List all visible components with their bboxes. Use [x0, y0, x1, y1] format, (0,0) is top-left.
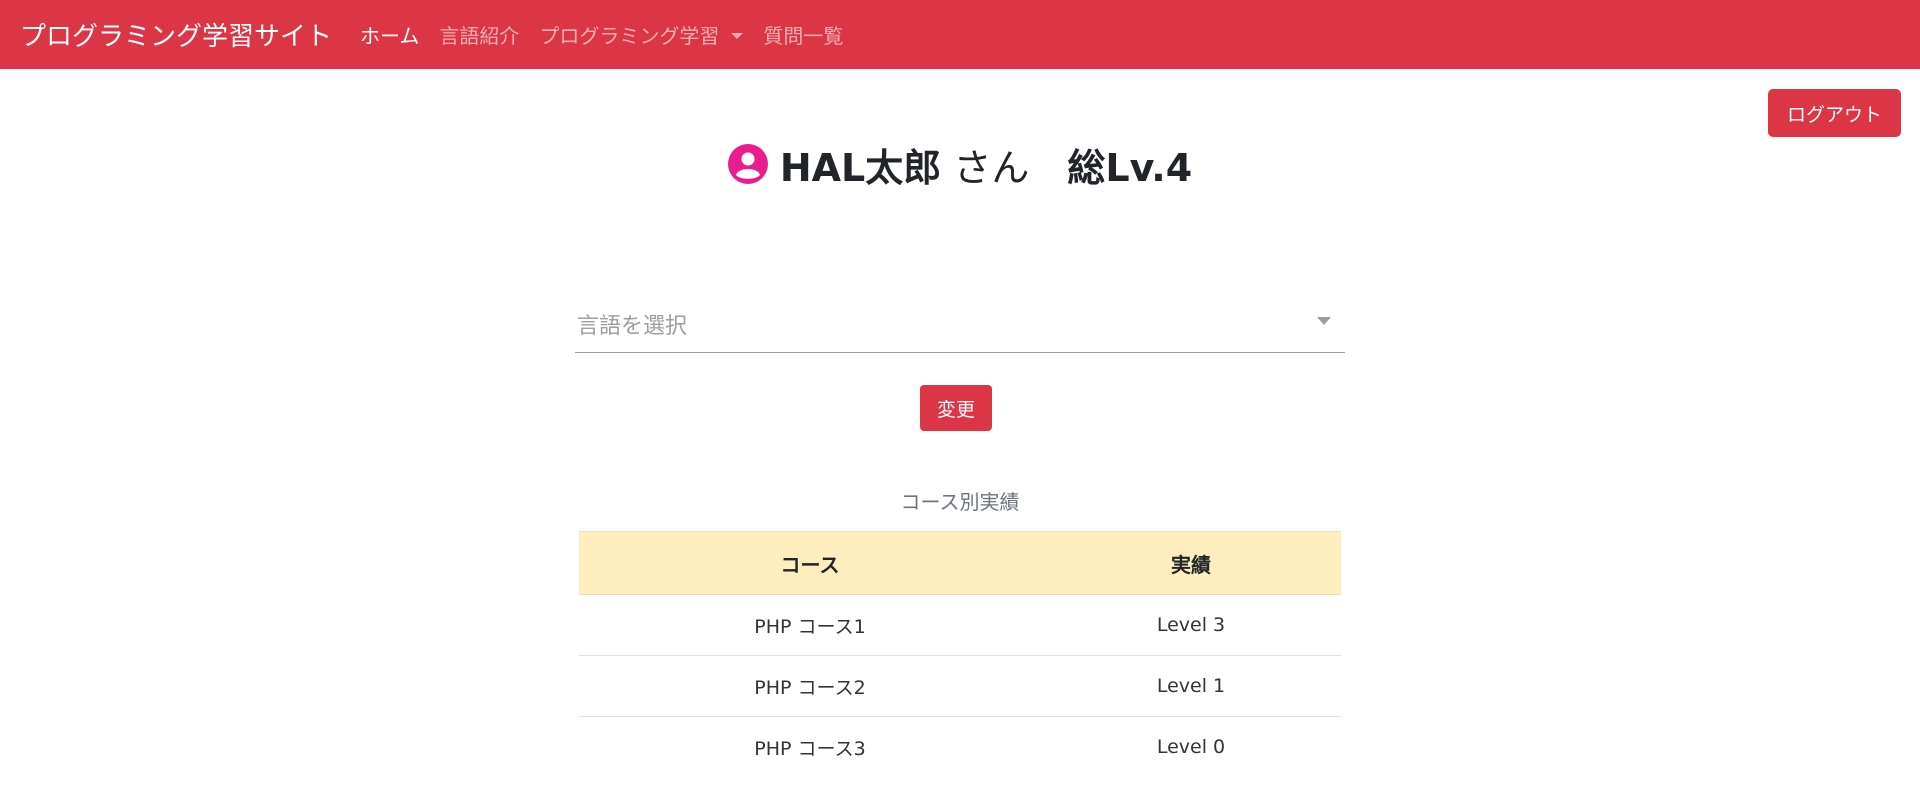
brand-logo[interactable]: プログラミング学習サイト [20, 16, 332, 53]
nav-item-label: プログラミング学習 [539, 24, 720, 48]
caret-down-icon [731, 32, 744, 39]
nav-item-programming-dropdown[interactable]: プログラミング学習 [539, 20, 744, 49]
nav-item-languages[interactable]: 言語紹介 [439, 20, 519, 49]
chevron-down-icon [1317, 317, 1331, 325]
course-cell: PHP コース3 [754, 737, 866, 760]
nav-item-home[interactable]: ホーム [360, 20, 419, 49]
user-name-text: HAL太郎 [779, 145, 942, 190]
table-row: PHP コース3 Level 0 [579, 717, 1341, 778]
language-select-placeholder: 言語を選択 [577, 314, 688, 339]
result-cell: Level 1 [1041, 655, 1341, 717]
course-results-table: コース 実績 PHP コース1 Level 3 PHP コース2 Level 1… [579, 531, 1341, 777]
table-caption: コース別実績 [900, 490, 1020, 514]
language-select[interactable]: 言語を選択 [575, 300, 1345, 353]
nav-item-label: 質問一覧 [763, 24, 844, 48]
table-header-row: コース 実績 [579, 531, 1341, 595]
result-cell: Level 3 [1041, 594, 1341, 656]
course-cell: PHP コース2 [579, 655, 1041, 717]
logout-button[interactable]: ログアウト [1768, 89, 1901, 137]
result-cell: Level 0 [1156, 736, 1226, 758]
navbar: プログラミング学習サイト ホーム 言語紹介 プログラミング学習 質問一覧 [0, 0, 1920, 69]
column-header-course: コース [579, 531, 1041, 595]
course-cell: PHP コース1 [579, 594, 1041, 656]
nav-item-label: 言語紹介 [439, 24, 520, 48]
page-title: HAL太郎 さん 総Lv.4 [0, 134, 1920, 194]
total-level: 総Lv.4 [1067, 145, 1193, 190]
change-button[interactable]: 変更 [920, 385, 992, 431]
table-row: PHP コース1 Level 3 [579, 594, 1341, 656]
column-header-result: 実績 [1041, 531, 1341, 595]
user-circle-icon [727, 144, 768, 184]
user-honorific: さん [941, 145, 1030, 190]
table-row: PHP コース2 Level 1 [579, 655, 1341, 717]
nav-item-questions[interactable]: 質問一覧 [763, 20, 843, 49]
user-name: HAL太郎 さん [780, 137, 1030, 192]
nav-item-label: ホーム [360, 24, 420, 48]
